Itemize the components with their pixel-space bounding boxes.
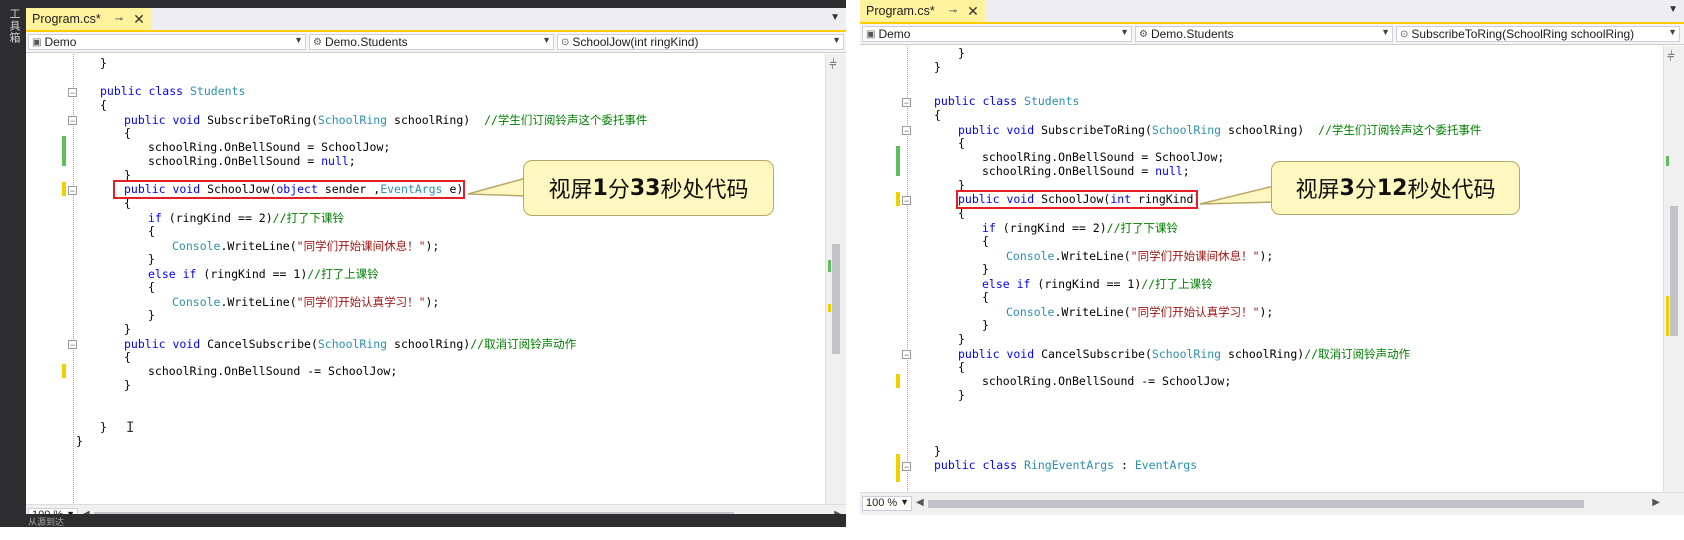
- callout-suffix: 秒处代码: [1407, 178, 1496, 203]
- callout-suffix: 秒处代码: [660, 178, 749, 203]
- callout-seconds: 33: [629, 175, 661, 201]
- left-screenshot: 工具箱 Program.cs* ⊸ ✕ ▼ ▣ Demo ▼ ⚙ Demo.St…: [0, 0, 846, 527]
- status-text: 从源到达: [28, 517, 65, 527]
- callout-tail: [1199, 185, 1275, 205]
- status-bar: 从源到达: [0, 514, 846, 527]
- right-screenshot: Program.cs* ⊸ ✕ ▼ ▣ Demo ▼ ⚙ Demo.Studen…: [860, 0, 1684, 515]
- callout-prefix: 视屏: [1295, 178, 1340, 203]
- callout-minutes: 1: [592, 175, 608, 201]
- callout-minutes: 3: [1339, 175, 1355, 201]
- callout-tail: [467, 177, 527, 197]
- callout-label: 视屏 3 分 12 秒处代码: [1271, 161, 1520, 215]
- callout-unit: 分: [607, 178, 630, 203]
- callout-label: 视屏 1 分 33 秒处代码: [523, 160, 774, 216]
- callout-prefix: 视屏: [548, 178, 593, 203]
- callout-unit: 分: [1354, 178, 1377, 203]
- callout-seconds: 12: [1376, 175, 1408, 201]
